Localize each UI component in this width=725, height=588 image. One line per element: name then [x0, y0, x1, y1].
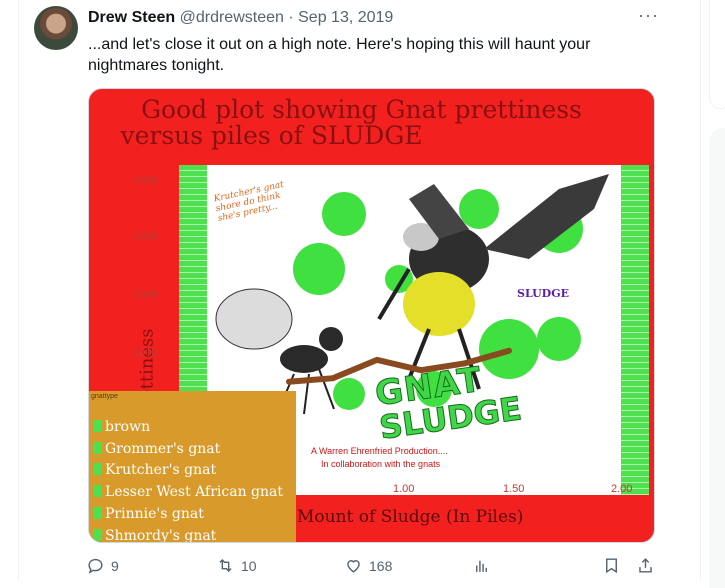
credit-line-2: In collaboration with the gnats — [321, 459, 441, 469]
author-handle[interactable]: @drdrewsteen — [180, 9, 284, 26]
y-tick-3000: 3000 — [133, 231, 158, 243]
tweet[interactable]: Drew Steen @drdrewsteen · Sep 13, 2019 ·… — [0, 0, 700, 580]
repost-button[interactable]: 10 — [216, 556, 257, 575]
legend-swatch — [93, 463, 102, 475]
chart-credit: A Warren Ehrenfried Production.... In co… — [311, 445, 448, 471]
x-tick-2.00: 2.00 — [611, 483, 633, 495]
like-button[interactable]: 168 — [344, 556, 392, 575]
like-count: 168 — [369, 557, 393, 574]
splatter — [293, 243, 345, 295]
chart-legend: gnattype brown Grommer's gnat Krutcher's… — [89, 391, 296, 543]
separator: · — [288, 9, 294, 26]
bookmark-icon — [606, 558, 617, 574]
sidebar-card — [709, 128, 725, 588]
author-name[interactable]: Drew Steen — [88, 9, 175, 26]
bookmark-button[interactable] — [602, 556, 621, 575]
share-button[interactable] — [636, 556, 655, 575]
y-tick-1000: 1000 — [133, 347, 158, 359]
right-sidebar — [700, 0, 725, 588]
tweet-actions: 9 10 168 — [82, 556, 662, 580]
splatter — [322, 192, 366, 236]
sidebar-card — [709, 0, 725, 109]
splatter — [333, 378, 365, 410]
post-date[interactable]: Sep 13, 2019 — [298, 9, 393, 26]
splatter — [459, 189, 499, 229]
repost-icon — [219, 558, 232, 573]
legend-title: gnattype — [91, 393, 118, 400]
x-axis-label: Mount of Sludge (In Piles) — [297, 507, 524, 527]
x-tick-1.00: 1.00 — [393, 483, 415, 495]
splatter — [537, 317, 581, 361]
legend-item-label: Lesser West African gnat — [105, 484, 283, 500]
sludge-tag-label: SLUDGE — [517, 287, 569, 300]
legend-swatch — [93, 442, 102, 454]
legend-item: Lesser West African gnat — [93, 484, 283, 500]
repost-count: 10 — [241, 557, 257, 574]
reply-icon — [88, 558, 103, 574]
reply-button[interactable]: 9 — [86, 556, 119, 575]
y-tick-4000: 4000 — [133, 175, 158, 187]
legend-item-label: Prinnie's gnat — [105, 506, 204, 522]
legend-item-label: brown — [105, 419, 151, 435]
avatar[interactable] — [34, 6, 78, 50]
reply-count: 9 — [111, 557, 119, 574]
x-tick-1.50: 1.50 — [503, 483, 525, 495]
legend-item: Shmordy's gnat — [93, 528, 217, 543]
legend-swatch — [93, 507, 102, 519]
legend-swatch — [93, 420, 102, 432]
tweet-text: ...and let's close it out on a high note… — [88, 36, 591, 74]
legend-item: Krutcher's gnat — [93, 462, 216, 478]
legend-item-label: Krutcher's gnat — [105, 462, 217, 478]
y-tick-2000: 2000 — [133, 289, 158, 301]
tweet-header: Drew Steen @drdrewsteen · Sep 13, 2019 — [88, 9, 393, 27]
heart-icon — [347, 560, 360, 573]
legend-item-label: Grommer's gnat — [105, 441, 221, 457]
tweet-media-chart[interactable]: Good plot showing Gnat prettiness versus… — [88, 88, 655, 543]
legend-item: brown — [93, 419, 150, 435]
legend-swatch — [93, 485, 102, 497]
legend-item: Grommer's gnat — [93, 441, 220, 457]
share-icon — [639, 558, 652, 573]
legend-swatch — [93, 529, 102, 541]
legend-item: Prinnie's gnat — [93, 506, 204, 522]
views-button[interactable] — [472, 556, 491, 575]
credit-line-1: A Warren Ehrenfried Production.... — [311, 446, 448, 456]
analytics-icon — [476, 560, 487, 572]
more-options-icon[interactable]: ··· — [638, 5, 659, 26]
legend-item-label: Shmordy's gnat — [105, 528, 217, 543]
